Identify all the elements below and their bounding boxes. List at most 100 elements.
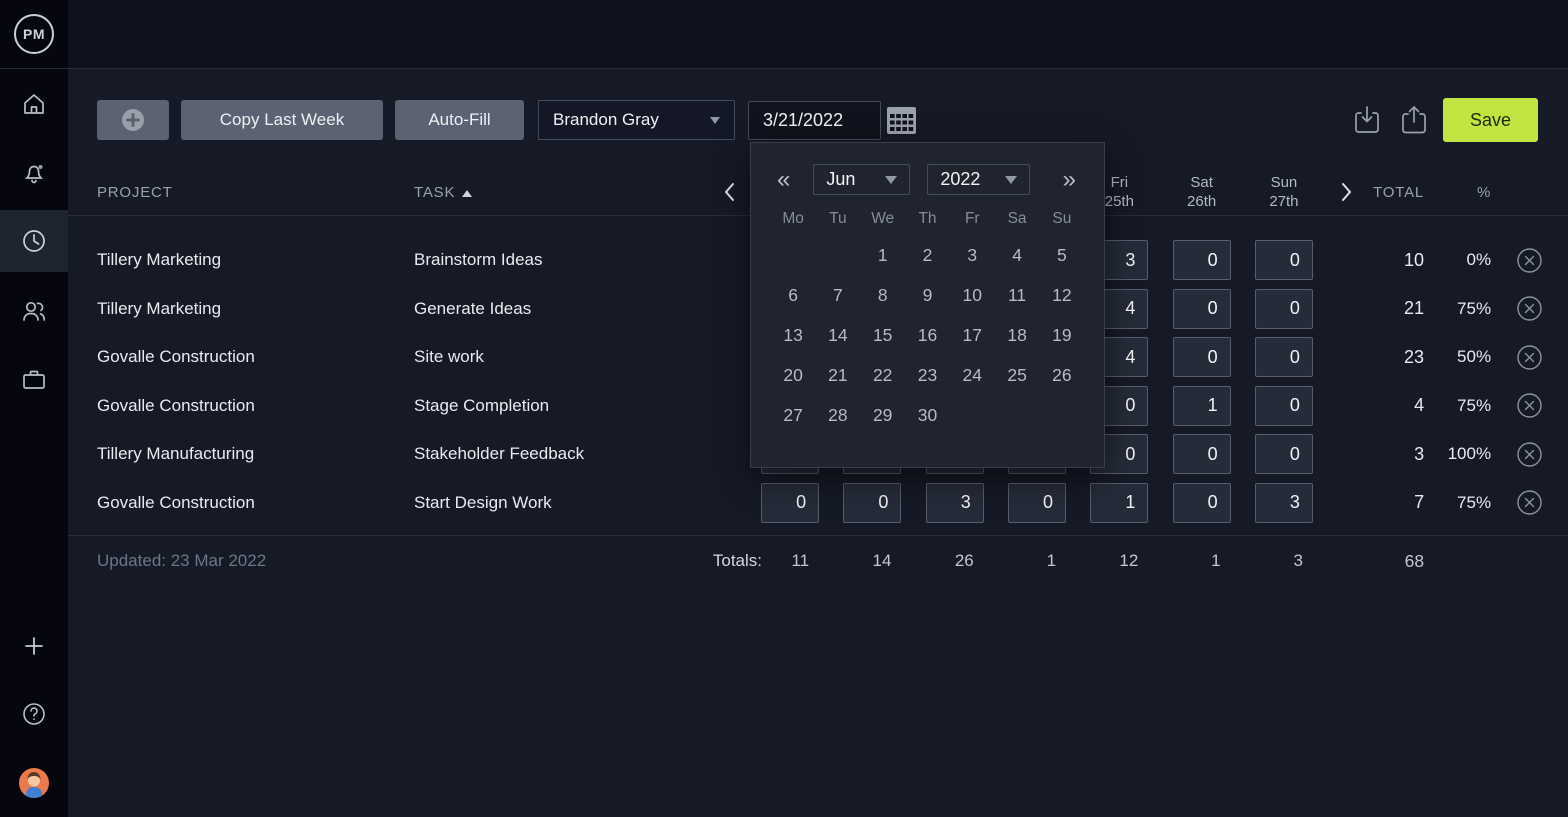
calendar-day[interactable]: 12 <box>1039 275 1084 315</box>
hours-input[interactable] <box>1255 337 1313 377</box>
hours-input[interactable] <box>1255 434 1313 474</box>
calendar-day[interactable]: 20 <box>771 355 816 395</box>
user-select-value: Brandon Gray <box>553 110 659 130</box>
calendar-day[interactable]: 29 <box>860 395 905 435</box>
column-header-project: PROJECT <box>97 184 414 201</box>
remove-row-icon <box>1516 247 1543 274</box>
sidebar-item-home[interactable] <box>0 73 68 135</box>
calendar-day[interactable]: 4 <box>995 235 1040 275</box>
chevron-down-icon <box>710 117 720 124</box>
day-total: 1 <box>1173 551 1231 571</box>
calendar-day[interactable]: 30 <box>905 395 950 435</box>
sidebar: PM <box>0 0 68 817</box>
day-name: Sun <box>1243 173 1325 193</box>
day-name: Sat <box>1160 173 1242 193</box>
auto-fill-button[interactable]: Auto-Fill <box>395 100 524 140</box>
save-button[interactable]: Save <box>1443 98 1538 142</box>
project-cell: Govalle Construction <box>97 347 414 367</box>
next-month-button[interactable]: » <box>1063 168 1076 192</box>
hours-input[interactable] <box>1173 337 1231 377</box>
prev-month-button[interactable]: « <box>777 168 790 192</box>
calendar-day[interactable]: 24 <box>950 355 995 395</box>
day-total: 1 <box>1008 551 1066 571</box>
sidebar-item-profile[interactable] <box>0 752 68 814</box>
hours-input[interactable] <box>1008 483 1066 523</box>
delete-row-button[interactable] <box>1516 440 1543 468</box>
task-cell: Stage Completion <box>414 396 709 416</box>
day-total: 12 <box>1090 551 1148 571</box>
delete-row-button[interactable] <box>1516 489 1543 517</box>
hours-input[interactable] <box>1255 240 1313 280</box>
download-button[interactable] <box>1352 104 1382 136</box>
user-select[interactable]: Brandon Gray <box>538 100 735 140</box>
calendar-day[interactable]: 15 <box>860 315 905 355</box>
hours-input[interactable] <box>1090 483 1148 523</box>
month-select[interactable]: Jun <box>813 164 910 195</box>
remove-row-icon <box>1516 489 1543 516</box>
hours-input[interactable] <box>843 483 901 523</box>
sidebar-item-portfolio[interactable] <box>0 349 68 411</box>
calendar-day[interactable]: 23 <box>905 355 950 395</box>
export-button[interactable] <box>1399 104 1429 136</box>
hours-input[interactable] <box>1255 386 1313 426</box>
calendar-day[interactable]: 28 <box>816 395 861 435</box>
calendar-day[interactable]: 27 <box>771 395 816 435</box>
calendar-day[interactable]: 7 <box>816 275 861 315</box>
calendar-day[interactable]: 10 <box>950 275 995 315</box>
calendar-day[interactable]: 11 <box>995 275 1040 315</box>
date-input[interactable] <box>748 101 881 140</box>
add-entry-button[interactable] <box>97 100 169 140</box>
calendar-day[interactable]: 26 <box>1039 355 1084 395</box>
download-icon <box>1352 104 1382 136</box>
hours-input[interactable] <box>1173 240 1231 280</box>
week-prev-button[interactable] <box>709 182 749 202</box>
day-date: 26th <box>1160 192 1242 212</box>
calendar-day[interactable]: 3 <box>950 235 995 275</box>
hours-input[interactable] <box>1173 386 1231 426</box>
week-next-button[interactable] <box>1325 182 1368 202</box>
table-row: Govalle ConstructionStart Design Work775… <box>68 479 1568 528</box>
calendar-day[interactable]: 19 <box>1039 315 1084 355</box>
calendar-day[interactable]: 16 <box>905 315 950 355</box>
calendar-day[interactable]: 8 <box>860 275 905 315</box>
sidebar-item-notifications[interactable] <box>0 141 68 203</box>
delete-row-button[interactable] <box>1516 246 1543 274</box>
delete-row-button[interactable] <box>1516 343 1543 371</box>
row-percent: 100% <box>1424 444 1491 464</box>
sidebar-item-team[interactable] <box>0 280 68 342</box>
hours-input[interactable] <box>1173 483 1231 523</box>
calendar-toggle-button[interactable] <box>886 106 917 135</box>
hours-input[interactable] <box>1173 289 1231 329</box>
hours-input[interactable] <box>1255 483 1313 523</box>
remove-row-icon <box>1516 295 1543 322</box>
delete-row-button[interactable] <box>1516 392 1543 420</box>
calendar-day[interactable]: 1 <box>860 235 905 275</box>
hours-input[interactable] <box>1173 434 1231 474</box>
calendar-day[interactable]: 17 <box>950 315 995 355</box>
calendar-day[interactable]: 14 <box>816 315 861 355</box>
sidebar-item-help[interactable] <box>0 683 68 745</box>
calendar-day[interactable]: 9 <box>905 275 950 315</box>
sidebar-item-timesheets[interactable] <box>0 210 68 272</box>
copy-last-week-button[interactable]: Copy Last Week <box>181 100 383 140</box>
hours-input[interactable] <box>761 483 819 523</box>
column-header-task[interactable]: TASK <box>414 184 709 201</box>
hours-input[interactable] <box>926 483 984 523</box>
year-select[interactable]: 2022 <box>927 164 1030 195</box>
calendar-day[interactable]: 18 <box>995 315 1040 355</box>
column-header-total: TOTAL <box>1368 184 1424 201</box>
weekday-label: We <box>860 210 905 228</box>
calendar-day[interactable]: 22 <box>860 355 905 395</box>
hours-input[interactable] <box>1255 289 1313 329</box>
calendar-day[interactable]: 25 <box>995 355 1040 395</box>
delete-row-button[interactable] <box>1516 295 1543 323</box>
calendar-day[interactable]: 21 <box>816 355 861 395</box>
calendar-day[interactable]: 5 <box>1039 235 1084 275</box>
day-column-header: Sun27th <box>1243 173 1325 212</box>
calendar-day[interactable]: 2 <box>905 235 950 275</box>
calendar-day[interactable]: 6 <box>771 275 816 315</box>
sidebar-item-add[interactable] <box>0 615 68 677</box>
calendar-day[interactable]: 13 <box>771 315 816 355</box>
weekday-label: Th <box>905 210 950 228</box>
remove-row-icon <box>1516 344 1543 371</box>
